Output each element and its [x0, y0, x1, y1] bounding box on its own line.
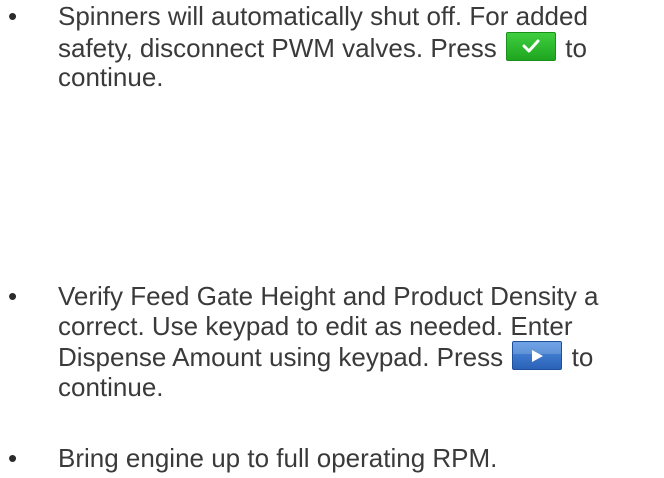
text-segment: Dispense Amount using keypad. Press [58, 342, 504, 372]
check-icon [522, 39, 540, 53]
next-button[interactable] [512, 341, 563, 370]
text-line: continue. [58, 62, 164, 92]
text-segment: to [571, 342, 594, 372]
instruction-item-verify: • Verify Feed Gate Height and Product De… [0, 281, 664, 402]
confirm-button[interactable] [506, 31, 557, 61]
text-line: Bring engine up to full operating RPM. [58, 444, 498, 473]
instruction-text: Spinners will automatically shut off. Fo… [58, 2, 664, 93]
text-line: Spinners will automatically shut off. Fo… [58, 2, 588, 31]
text-segment: safety, disconnect PWM valves. Press [58, 32, 497, 63]
instruction-text: Bring engine up to full operating RPM. [58, 444, 664, 474]
bullet-point: • [8, 443, 18, 473]
text-line: continue. [58, 371, 164, 402]
instruction-item-engine: • Bring engine up to full operating RPM. [0, 443, 664, 474]
text-line: safety, disconnect PWM valves. Press to [58, 31, 664, 64]
bullet-point: • [8, 281, 18, 311]
text-line: correct. Use keypad to edit as needed. E… [58, 310, 573, 341]
bullet-point: • [8, 1, 18, 31]
instruction-item-spinners: • Spinners will automatically shut off. … [0, 1, 664, 93]
instruction-text: Verify Feed Gate Height and Product Dens… [58, 282, 664, 402]
text-line: Verify Feed Gate Height and Product Dens… [58, 282, 599, 311]
play-icon [532, 349, 544, 362]
text-segment: to [565, 32, 587, 63]
text-line: Dispense Amount using keypad. Press to [58, 341, 664, 373]
